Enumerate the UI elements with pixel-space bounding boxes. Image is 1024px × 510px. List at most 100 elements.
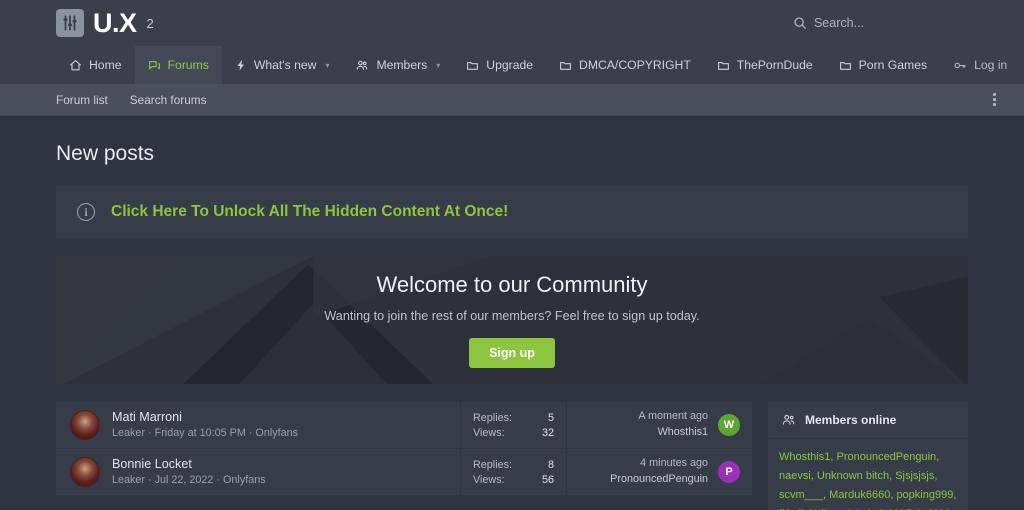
subnav-item-forum-list[interactable]: Forum list — [56, 93, 108, 107]
nav-right-group: Log in Register — [940, 46, 1024, 84]
avatar[interactable] — [70, 457, 100, 487]
key-icon — [953, 59, 967, 72]
logo-wordmark: U.X — [93, 7, 137, 38]
panel-header: Members online — [768, 402, 968, 439]
info-circle-icon: i — [77, 203, 95, 221]
folder-icon — [466, 59, 479, 72]
lower-section: Mati Marroni Leaker · Friday at 10:05 PM… — [56, 402, 968, 510]
panel-body: Whosthis1, PronouncedPenguin, naevsi, Un… — [768, 439, 968, 510]
login-button[interactable]: Log in — [940, 46, 1020, 84]
nav-item-home[interactable]: Home — [56, 46, 135, 84]
thread-main: Bonnie Locket Leaker · Jul 22, 2022 · On… — [56, 449, 460, 495]
member-separator: , — [934, 469, 938, 482]
avatar[interactable]: W — [718, 414, 740, 436]
nav-label: Porn Games — [858, 58, 928, 72]
replies-count: 8 — [547, 458, 554, 471]
thread-title[interactable]: Bonnie Locket — [112, 456, 266, 473]
thread-meta: Leaker · Jul 22, 2022 · Onlyfans — [112, 473, 266, 486]
nav-label: Forums — [167, 58, 209, 72]
thread-main: Mati Marroni Leaker · Friday at 10:05 PM… — [56, 402, 460, 448]
unlock-content-link[interactable]: Click Here To Unlock All The Hidden Cont… — [111, 203, 508, 221]
notice-banner: i Click Here To Unlock All The Hidden Co… — [56, 186, 968, 238]
home-icon — [69, 59, 82, 72]
thread-stats: Replies: 5 Views: 32 — [460, 402, 566, 448]
members-online-panel: Members online Whosthis1, PronouncedPeng… — [768, 402, 968, 510]
online-member-link[interactable]: Marduk6660 — [829, 489, 890, 501]
kebab-dot — [993, 93, 996, 96]
members-icon — [355, 59, 369, 72]
online-member-link[interactable]: Sjsjsjsjs — [895, 470, 934, 482]
last-post-time: A moment ago — [638, 410, 708, 423]
nav-label: DMCA/COPYRIGHT — [579, 58, 691, 72]
search-placeholder: Search... — [813, 16, 864, 30]
sub-navigation: Forum list Search forums — [0, 84, 1024, 116]
sign-up-button[interactable]: Sign up — [469, 338, 555, 368]
search-icon — [793, 16, 807, 30]
online-member-link[interactable]: Whosthis1 — [779, 451, 830, 463]
nav-item-porn-games[interactable]: Porn Games — [826, 46, 940, 84]
nav-item-theporndude[interactable]: ThePornDude — [704, 46, 826, 84]
page-title: New posts — [56, 142, 155, 165]
nav-label: What's new — [253, 58, 317, 72]
online-member-link[interactable]: PronouncedPenguin — [836, 451, 936, 463]
subnav-item-search-forums[interactable]: Search forums — [130, 93, 207, 107]
nav-label: Home — [89, 58, 122, 72]
avatar[interactable] — [70, 410, 100, 440]
nav-item-whats-new[interactable]: What's new ▾ — [222, 46, 343, 84]
nav-item-upgrade[interactable]: Upgrade — [453, 46, 546, 84]
online-member-link[interactable]: popking999 — [896, 489, 953, 501]
replies-count: 5 — [547, 411, 554, 424]
thread-title[interactable]: Mati Marroni — [112, 409, 298, 426]
logo-superscript: 2 — [146, 15, 154, 31]
thread-last-post: 4 minutes ago PronouncedPenguin P — [566, 449, 752, 495]
nav-item-forums[interactable]: Forums — [134, 46, 222, 84]
online-members-list: Whosthis1, PronouncedPenguin, naevsi, Un… — [779, 448, 957, 510]
site-logo[interactable]: U.X 2 — [56, 9, 154, 37]
views-label: Views: — [473, 426, 505, 439]
views-count: 32 — [541, 426, 554, 439]
thread-meta: Leaker · Friday at 10:05 PM · Onlyfans — [112, 426, 299, 439]
folder-icon — [559, 59, 572, 72]
replies-label: Replies: — [473, 458, 513, 471]
panel-title: Members online — [805, 413, 897, 427]
nav-item-dmca-copyright[interactable]: DMCA/COPYRIGHT — [546, 46, 704, 84]
page-content: New posts i Click Here To Unlock All The… — [0, 142, 1024, 510]
last-post-user[interactable]: Whosthis1 — [638, 425, 708, 441]
hero-title: Welcome to our Community — [376, 272, 648, 297]
welcome-hero: Welcome to our Community Wanting to join… — [56, 256, 968, 384]
folder-icon — [839, 59, 852, 72]
nav-label: Log in — [974, 58, 1008, 72]
avatar[interactable]: P — [718, 461, 740, 483]
hero-subtitle: Wanting to join the rest of our members?… — [324, 309, 700, 323]
search-input[interactable]: Search... — [793, 16, 864, 30]
members-group-icon — [781, 413, 796, 427]
member-separator: , — [936, 451, 940, 463]
nav-label: Upgrade — [486, 58, 534, 72]
main-navigation: Home Forums What's new ▾ Members ▾ Upgra… — [0, 46, 1024, 84]
online-member-link[interactable]: scvm___ — [779, 489, 823, 501]
nav-label: Members — [376, 58, 428, 72]
kebab-menu-icon[interactable] — [989, 87, 1000, 112]
kebab-dot — [993, 103, 996, 106]
nav-item-members[interactable]: Members ▾ — [342, 46, 453, 84]
folder-icon — [717, 59, 730, 72]
last-post-time: 4 minutes ago — [640, 457, 708, 470]
hero-inner: Welcome to our Community Wanting to join… — [324, 272, 700, 368]
chevron-down-icon[interactable]: ▾ — [436, 61, 440, 70]
forums-icon — [148, 59, 161, 72]
replies-label: Replies: — [473, 411, 513, 424]
chevron-down-icon[interactable]: ▾ — [325, 61, 329, 70]
kebab-dot — [993, 98, 996, 101]
register-button[interactable]: Register — [1020, 46, 1024, 84]
lightning-icon — [235, 59, 247, 72]
site-header: U.X 2 Search... — [0, 0, 1024, 46]
sliders-icon — [56, 9, 84, 37]
last-post-user[interactable]: PronouncedPenguin — [610, 472, 708, 488]
table-row[interactable]: Bonnie Locket Leaker · Jul 22, 2022 · On… — [56, 449, 752, 496]
member-separator: , — [953, 488, 957, 501]
thread-list: Mati Marroni Leaker · Friday at 10:05 PM… — [56, 402, 752, 496]
table-row[interactable]: Mati Marroni Leaker · Friday at 10:05 PM… — [56, 402, 752, 449]
online-member-link[interactable]: naevsi — [779, 470, 811, 482]
thread-last-post: A moment ago Whosthis1 W — [566, 402, 752, 448]
online-member-link[interactable]: Unknown bitch — [817, 470, 889, 482]
